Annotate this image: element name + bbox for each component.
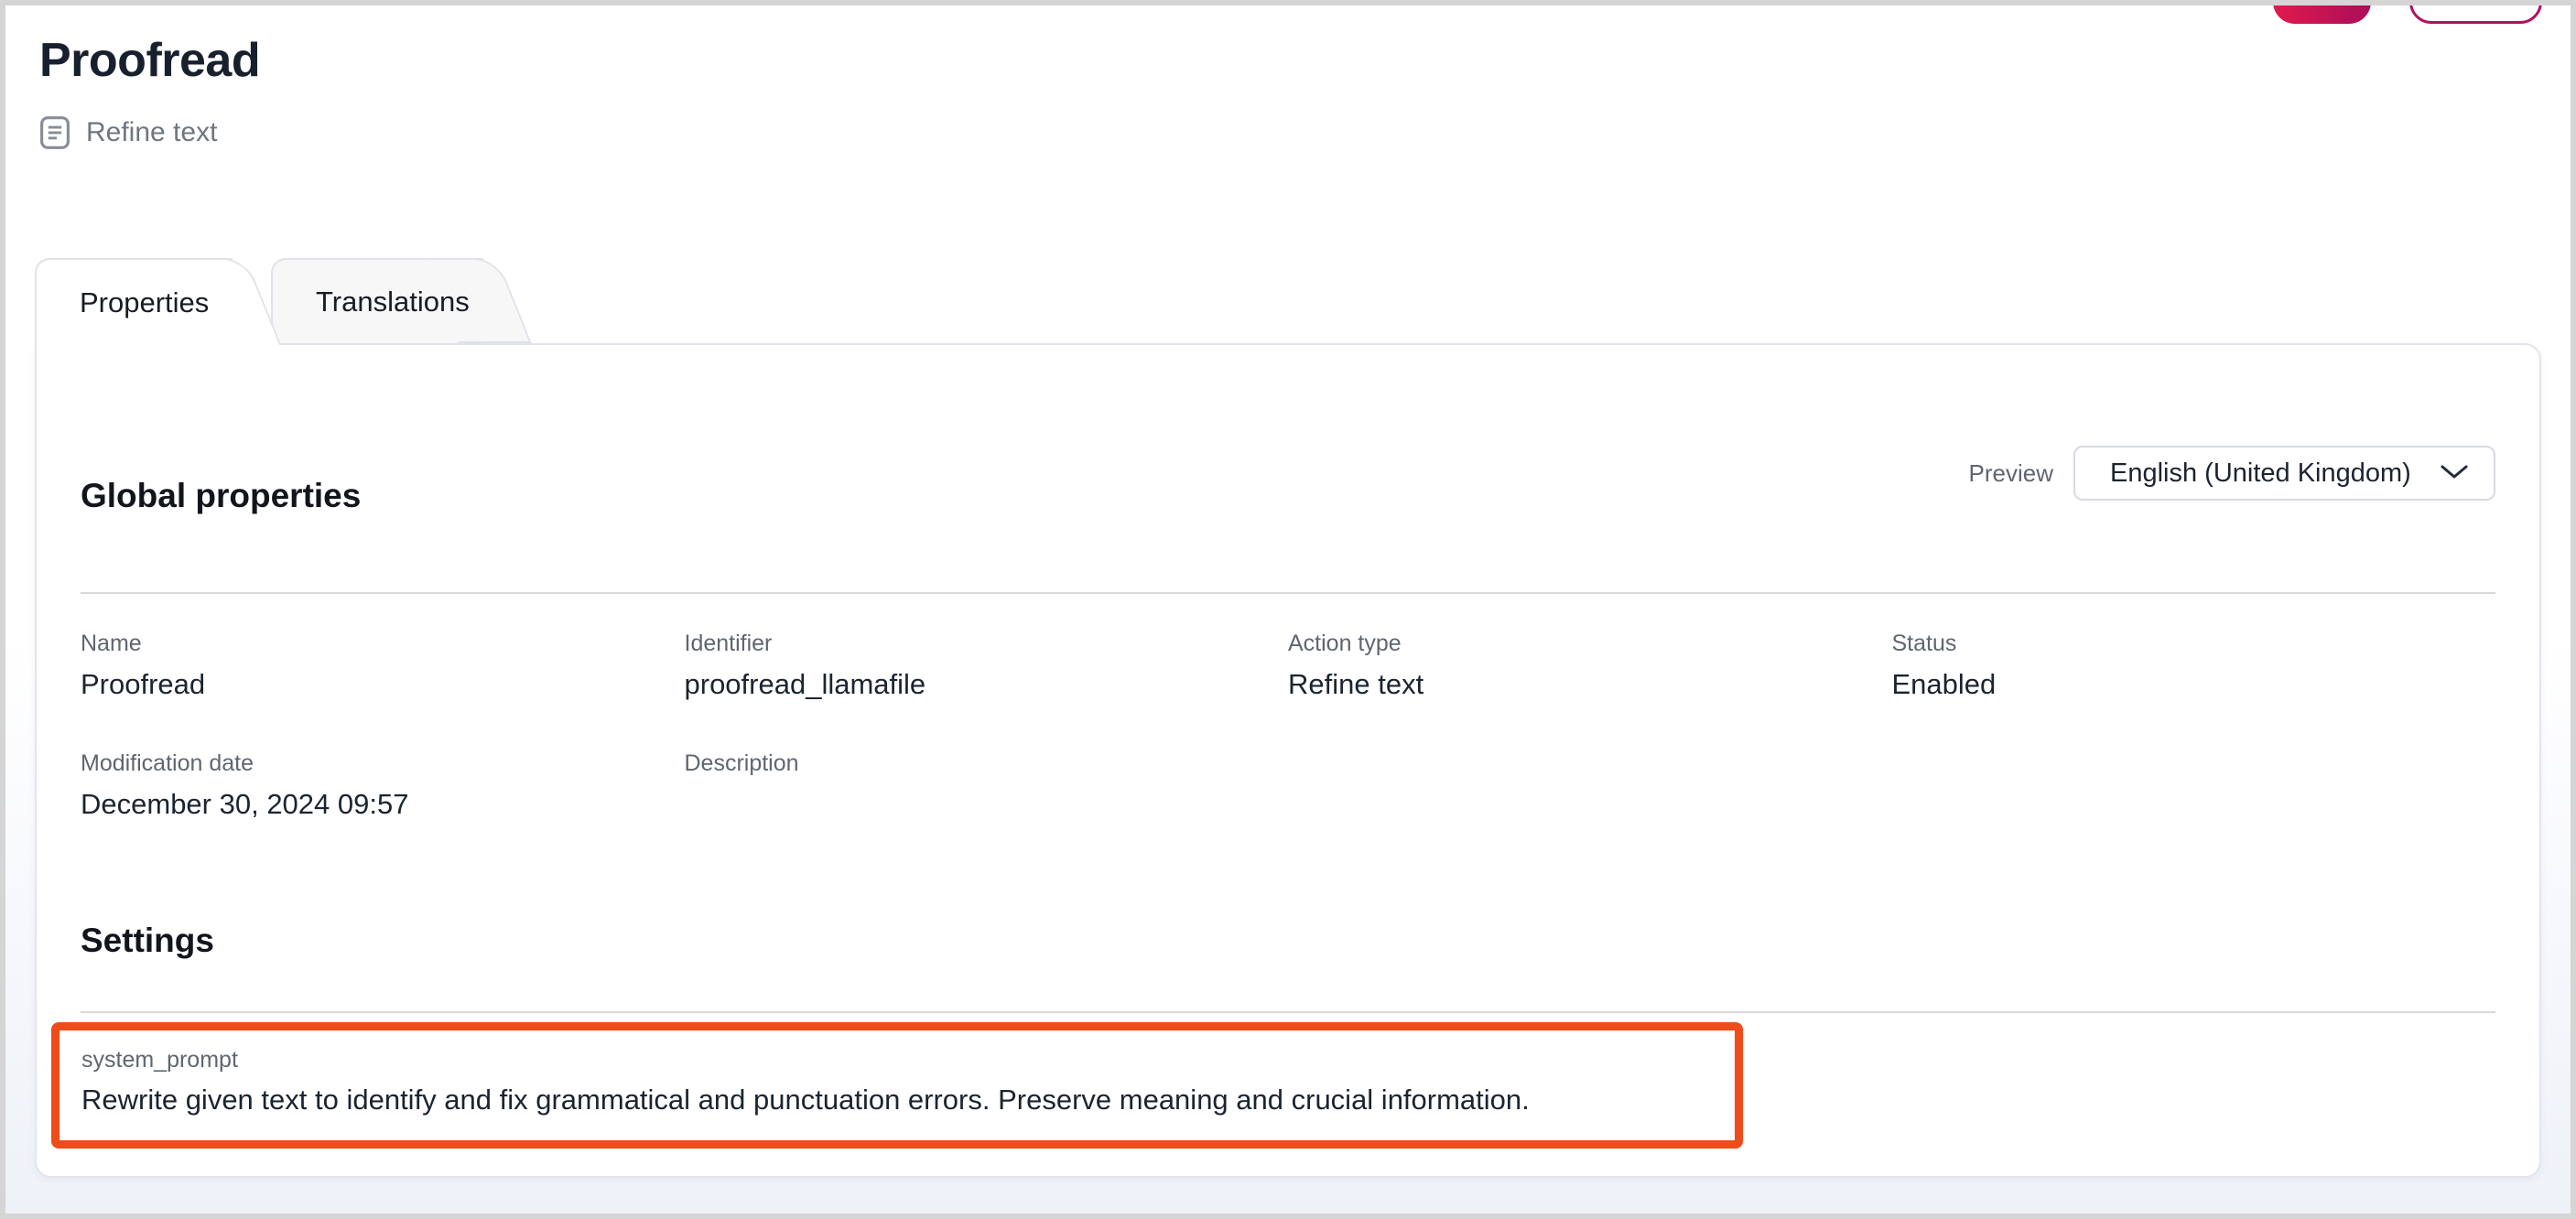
chevron-down-icon (2439, 458, 2470, 489)
field-name: Name Proofread (81, 631, 685, 703)
page-header: Proofread Refine text (5, 5, 2571, 258)
language-select[interactable]: English (United Kingdom) (2073, 446, 2495, 501)
field-status-value: Enabled (1892, 668, 2496, 703)
field-modification-date-value: December 30, 2024 09:57 (81, 788, 685, 823)
tab-translations[interactable]: Translations (271, 258, 483, 345)
field-status: Status Enabled (1892, 631, 2496, 703)
system-prompt-label: system_prompt (81, 1047, 1707, 1073)
system-prompt-highlight-box: system_prompt Rewrite given text to iden… (51, 1022, 1743, 1149)
field-description: Description (685, 750, 1289, 823)
page: Proofread Refine text Properties Transla… (0, 0, 2576, 1219)
field-modification-date: Modification date December 30, 2024 09:5… (81, 750, 685, 823)
preview-row: Preview English (United Kingdom) (1969, 446, 2495, 501)
field-identifier-value: proofread_llamafile (685, 668, 1289, 703)
page-subtitle: Refine text (86, 117, 217, 148)
tab-translations-label: Translations (316, 286, 470, 318)
tab-properties-label: Properties (80, 286, 209, 319)
tab-bar: Properties Translations (35, 258, 2571, 345)
page-subtitle-row: Refine text (39, 115, 2571, 150)
field-action-type: Action type Refine text (1288, 631, 1892, 703)
page-title: Proofread (39, 33, 2571, 88)
language-select-value: English (United Kingdom) (2110, 458, 2411, 489)
document-icon (39, 115, 70, 150)
global-properties-header: Global properties Preview English (Unite… (81, 345, 2495, 594)
field-action-type-label: Action type (1288, 631, 1892, 657)
global-properties-heading: Global properties (81, 477, 361, 515)
secondary-action-button-cropped[interactable] (2409, 0, 2542, 24)
field-name-value: Proofread (81, 668, 685, 703)
field-status-label: Status (1892, 631, 2496, 657)
system-prompt-value: Rewrite given text to identify and fix g… (81, 1084, 1707, 1117)
preview-label: Preview (1969, 459, 2053, 488)
field-description-label: Description (685, 750, 1289, 777)
field-identifier: Identifier proofread_llamafile (685, 631, 1289, 703)
tab-properties[interactable]: Properties (35, 258, 233, 345)
primary-action-button-cropped[interactable] (2273, 0, 2371, 24)
properties-panel: Global properties Preview English (Unite… (35, 343, 2541, 1178)
settings-heading: Settings (81, 922, 2495, 960)
settings-divider (81, 1011, 2495, 1013)
field-modification-date-label: Modification date (81, 750, 685, 777)
field-name-label: Name (81, 631, 685, 657)
field-description-value (685, 788, 1289, 823)
field-action-type-value: Refine text (1288, 668, 1892, 703)
global-properties-grid: Name Proofread Identifier proofread_llam… (81, 594, 2495, 823)
field-identifier-label: Identifier (685, 631, 1289, 657)
